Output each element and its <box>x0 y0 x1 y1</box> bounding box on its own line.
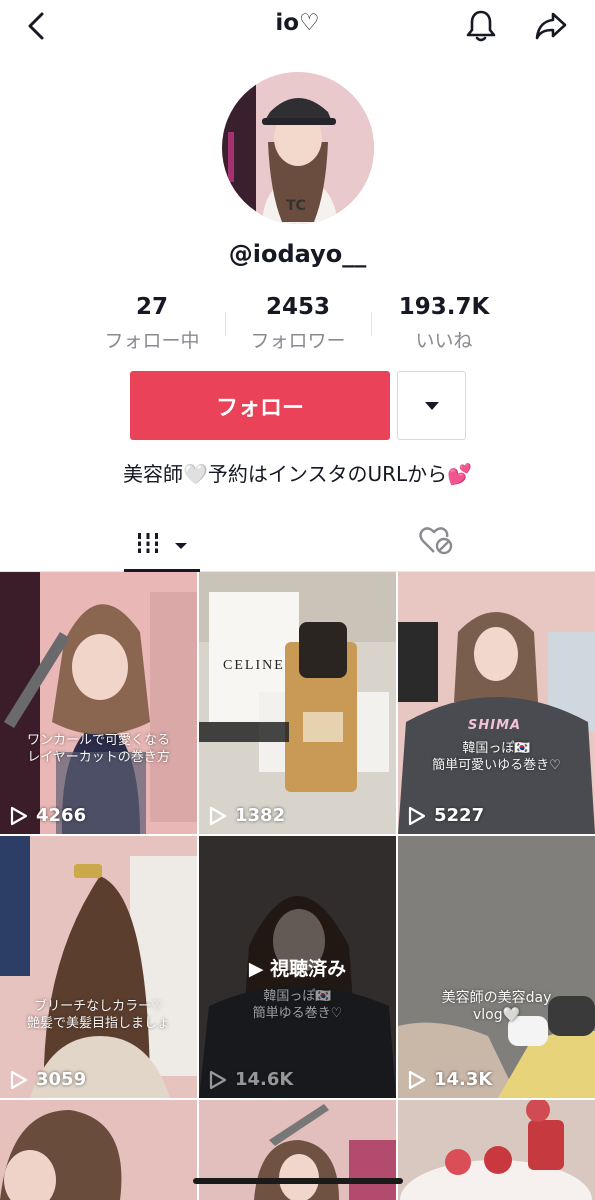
view-count: 14.3K <box>408 1069 492 1090</box>
grid-icon <box>136 531 160 559</box>
play-icon <box>10 806 28 825</box>
tab-liked-videos[interactable] <box>414 522 458 562</box>
view-count-value: 4266 <box>36 805 87 826</box>
caption-line: 艶髪で美髪目指しましょ <box>26 1016 170 1031</box>
video-thumbnail <box>398 572 595 834</box>
stat-label: フォロー中 <box>104 330 200 352</box>
video-thumbnail <box>0 572 197 834</box>
view-count: 5227 <box>408 805 484 826</box>
play-icon <box>10 1070 28 1089</box>
caption-line: 韓国っぽ🇰🇷 <box>462 741 531 756</box>
video-tile[interactable]: ワンカールで可愛くなる レイヤーカットの巻き方 4266 <box>0 572 197 834</box>
username: @iodayo__ <box>228 240 367 268</box>
play-icon <box>209 806 227 825</box>
video-caption: ワンカールで可愛くなる レイヤーカットの巻き方 <box>0 732 197 766</box>
caption-line: 韓国っぽ🇰🇷 <box>263 989 332 1004</box>
caption-line: 簡単可愛いゆる巻き♡ <box>432 758 561 773</box>
caret-down-icon <box>174 535 188 554</box>
brand-label: CELINE <box>223 658 285 673</box>
video-tile[interactable] <box>199 1100 396 1200</box>
video-tile[interactable]: CELINE 1382 <box>199 572 396 834</box>
play-icon <box>408 806 426 825</box>
video-caption: 韓国っぽ🇰🇷 簡単可愛いゆる巻き♡ <box>398 740 595 774</box>
video-thumbnail <box>398 836 595 1098</box>
caption-line: ワンカールで可愛くなる <box>26 733 170 748</box>
tab-videos[interactable] <box>124 520 200 572</box>
video-tile[interactable] <box>398 1100 595 1200</box>
video-caption: 美容師の美容day vlog🤍 <box>398 990 595 1024</box>
video-thumbnail <box>199 572 396 834</box>
video-thumbnail <box>0 836 197 1098</box>
cape-text: SHIMA <box>468 718 522 733</box>
video-caption: 韓国っぽ🇰🇷 簡単ゆる巻き♡ <box>199 988 396 1022</box>
caption-line: ブリーチなしカラー♡ <box>34 999 163 1014</box>
view-count: 1382 <box>209 805 285 826</box>
stat-following[interactable]: 27 フォロー中 <box>77 294 227 353</box>
view-count-value: 14.6K <box>235 1069 294 1090</box>
video-tile[interactable] <box>0 1100 197 1200</box>
stat-value: 2453 <box>265 294 330 320</box>
video-tile[interactable]: ブリーチなしカラー♡ 艶髪で美髪目指しましょ 3059 <box>0 836 197 1098</box>
watched-badge: ▶ 視聴済み <box>248 958 347 980</box>
caption-line: 美容師の美容day <box>441 990 552 1006</box>
view-count: 3059 <box>10 1069 86 1090</box>
video-caption: ブリーチなしカラー♡ 艶髪で美髪目指しましょ <box>0 998 197 1032</box>
play-icon <box>209 1070 227 1089</box>
stat-label: いいね <box>415 330 473 352</box>
video-tile[interactable]: ▶ 視聴済み 韓国っぽ🇰🇷 簡単ゆる巻き♡ 14.6K <box>199 836 396 1098</box>
share-arrow-icon[interactable] <box>533 8 569 44</box>
video-tile[interactable]: SHIMA 韓国っぽ🇰🇷 簡単可愛いゆる巻き♡ 5227 <box>398 572 595 834</box>
follow-button[interactable]: フォロー <box>130 371 390 440</box>
profile-tabs <box>0 510 595 572</box>
stat-value: 27 <box>135 294 168 320</box>
caption-line: vlog🤍 <box>472 1007 521 1023</box>
svg-text:TC: TC <box>286 198 306 214</box>
video-thumbnail <box>199 1100 396 1200</box>
page-title: io♡ <box>275 10 320 36</box>
view-count-value: 5227 <box>434 805 485 826</box>
suggested-accounts-button[interactable] <box>397 371 466 440</box>
view-count-value: 1382 <box>235 805 286 826</box>
view-count: 14.6K <box>209 1069 293 1090</box>
view-count-value: 14.3K <box>434 1069 493 1090</box>
video-thumbnail <box>398 1100 595 1200</box>
caption-line: 簡単ゆる巻き♡ <box>252 1006 343 1021</box>
view-count-value: 3059 <box>36 1069 87 1090</box>
home-indicator[interactable] <box>193 1178 403 1184</box>
video-thumbnail <box>0 1100 197 1200</box>
caret-down-icon <box>424 396 440 415</box>
play-icon <box>408 1070 426 1089</box>
stat-likes[interactable]: 193.7K いいね <box>369 294 519 353</box>
stat-value: 193.7K <box>398 294 490 320</box>
top-bar: io♡ <box>0 0 595 52</box>
heart-lock-icon <box>418 525 454 559</box>
bio: 美容師🤍予約はインスタのURLから💕 <box>122 462 473 486</box>
caption-line: レイヤーカットの巻き方 <box>27 750 170 765</box>
stat-followers[interactable]: 2453 フォロワー <box>223 294 373 353</box>
profile-stats: 27 フォロー中 2453 フォロワー 193.7K いいね <box>0 294 595 352</box>
stat-label: フォロワー <box>250 330 346 352</box>
avatar[interactable]: TC <box>222 72 374 224</box>
bell-icon[interactable] <box>463 8 499 44</box>
video-tile[interactable]: 美容師の美容day vlog🤍 14.3K <box>398 836 595 1098</box>
view-count: 4266 <box>10 805 86 826</box>
